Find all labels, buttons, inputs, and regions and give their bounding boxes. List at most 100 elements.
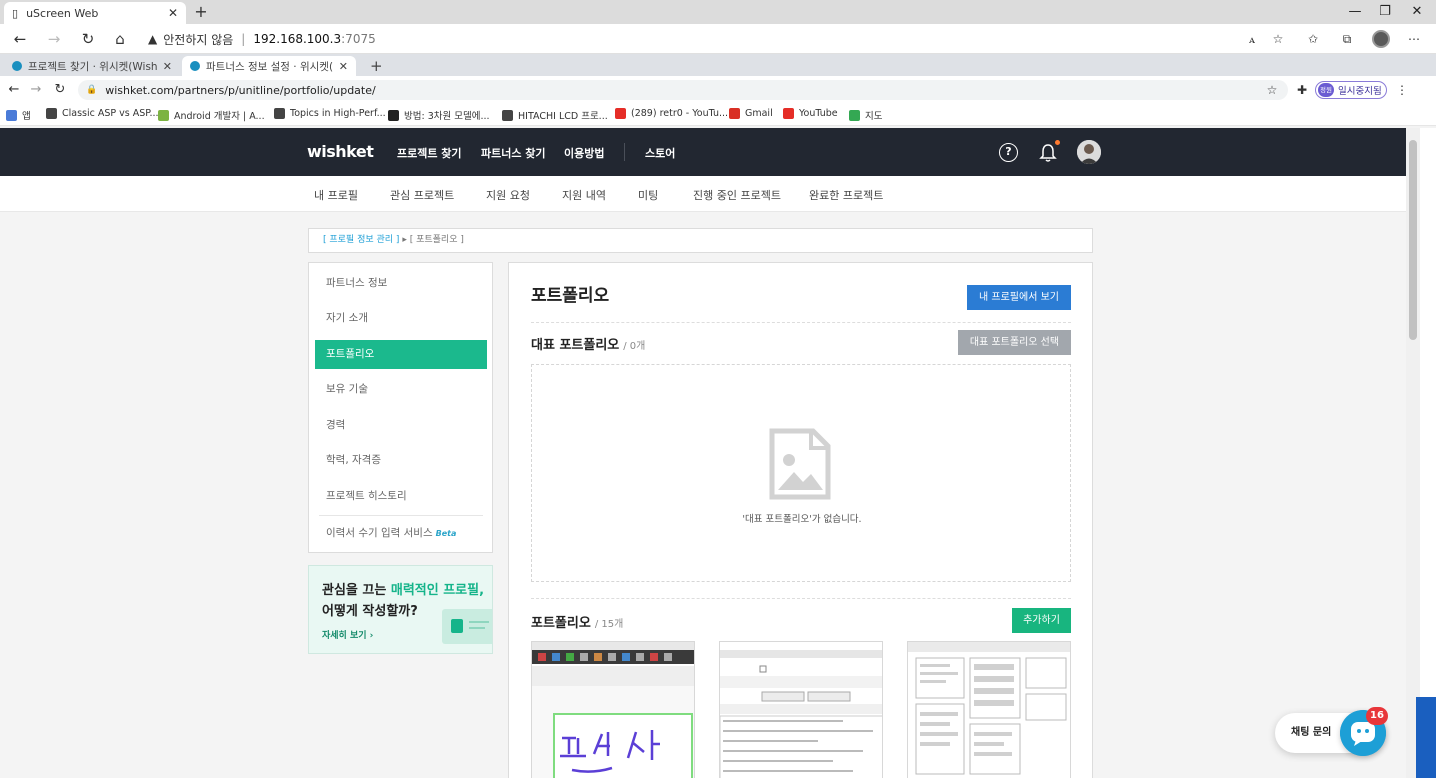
paused-label: 일시중지됨 [1338,86,1382,97]
close-icon[interactable]: ✕ [163,60,172,73]
nav-find-projects[interactable]: 프로젝트 찾기 [397,145,462,161]
bookmark-item[interactable]: 방법: 3차원 모델에... [388,108,490,122]
back-button[interactable]: ← [8,28,32,50]
bookmark-icon [388,109,399,121]
subnav-my-profile[interactable]: 내 프로필 [314,187,358,203]
new-tab-button[interactable]: + [192,2,210,22]
add-portfolio-button[interactable]: 추가하기 [1012,608,1071,633]
nav-find-partners[interactable]: 파트너스 찾기 [481,145,546,161]
outer-url-field[interactable]: ▲ 안전하지 않음 | 192.168.100.3 :7075 [148,29,376,49]
breadcrumb-current: [ 포트폴리오 ] [409,235,464,245]
menu-icon[interactable]: ⋮ [1392,81,1412,99]
featured-portfolio-heading: 대표 포트폴리오/ 0개 [531,334,645,353]
bookmark-icon [274,108,285,119]
inner-tab-partner-settings[interactable]: 파트너스 정보 설정 · 위시켓(Wis ✕ [182,56,356,76]
section-divider [531,598,1071,599]
paused-profile-button[interactable]: 정원 일시중지됨 [1315,81,1387,99]
close-icon[interactable]: ✕ [339,60,348,73]
bookmark-item[interactable]: YouTube [783,108,838,119]
outer-tab-title: uScreen Web [26,6,99,20]
bookmark-label: YouTube [799,108,838,119]
extensions-icon[interactable]: ✚ [1292,81,1312,99]
featured-count: / 0개 [623,341,646,352]
lock-icon: 🔒 [86,85,98,95]
nav-store[interactable]: 스토어 [645,145,675,161]
sidebar-item-skills[interactable]: 보유 기술 [315,375,487,404]
forward-button[interactable]: → [24,79,48,101]
profile-avatar[interactable] [1372,30,1390,48]
portfolio-thumbnail[interactable] [531,641,695,778]
wishket-logo[interactable]: wishket [307,142,374,161]
minimize-button[interactable]: — [1340,0,1370,24]
reload-button[interactable]: ↻ [48,79,72,101]
bookmark-label: Topics in High-Perf... [290,108,386,119]
profile-tip-banner[interactable]: 관심을 끄는 매력적인 프로필, 어떻게 작성할까? 자세히 보기 › [308,565,493,654]
user-avatar[interactable] [1077,140,1101,164]
bookmark-item[interactable]: Classic ASP vs ASP.... [46,108,162,119]
sidebar-item-project-history[interactable]: 프로젝트 히스토리 [315,482,487,511]
sidebar-item-career[interactable]: 경력 [315,411,487,440]
reload-button[interactable]: ↻ [76,28,100,50]
help-icon[interactable]: ? [999,143,1018,162]
bookmark-item[interactable]: Topics in High-Perf... [274,108,386,119]
restore-button[interactable]: ❐ [1370,0,1400,24]
close-icon[interactable]: ✕ [168,6,178,20]
bookmark-label: Gmail [745,108,773,119]
promo-more-link[interactable]: 자세히 보기 › [322,628,373,641]
more-icon[interactable]: ⋯ [1404,30,1424,48]
bookmark-icon [783,108,794,119]
notification-bell-icon[interactable] [1038,143,1058,163]
promo-highlight: 매력적인 프로필, [390,583,485,598]
scrollbar-thumb[interactable] [1409,140,1417,340]
read-aloud-icon[interactable]: ꭺ [1242,30,1262,48]
subnav-apply-history[interactable]: 지원 내역 [562,187,606,203]
window-close-button[interactable]: ✕ [1402,0,1432,24]
bookmark-label: 방법: 3차원 모델에... [404,111,490,122]
url-host: 192.168.100.3 [253,32,342,46]
sidebar-item-portfolio[interactable]: 포트폴리오 [315,340,487,369]
outer-tab[interactable]: ▯ uScreen Web ✕ [4,2,186,24]
bookmark-item[interactable]: (289) retr0 - YouTu... [615,108,728,119]
bookmark-icon [46,108,57,119]
inner-tab-title: 프로젝트 찾기 · 위시켓(Wishket) [28,60,157,73]
sidebar-item-education[interactable]: 학력, 자격증 [315,446,487,475]
sidebar-item-self-intro[interactable]: 자기 소개 [315,304,487,333]
page-icon: ▯ [12,6,19,20]
bookmark-item[interactable]: HITACHI LCD 프로... [502,108,608,122]
subnav-apply-requests[interactable]: 지원 요청 [486,187,530,203]
subnav-ongoing-projects[interactable]: 진행 중인 프로젝트 [693,187,781,203]
bookmark-label: (289) retr0 - YouTu... [631,108,729,119]
section-divider [531,322,1071,323]
bookmark-label: 앱 [22,111,31,122]
bookmark-label: Classic ASP vs ASP.... [62,108,162,119]
portfolio-thumbnail[interactable] [719,641,883,778]
subnav-completed-projects[interactable]: 완료한 프로젝트 [809,187,883,203]
breadcrumb-profile-link[interactable]: [ 프로필 정보 관리 ] [323,235,399,245]
favorites-icon[interactable]: ✩ [1303,30,1323,48]
portfolio-thumbnail[interactable] [907,641,1071,778]
star-icon[interactable]: ☆ [1262,81,1282,99]
sidebar-item-partner-info[interactable]: 파트너스 정보 [315,269,487,298]
subnav-meetings[interactable]: 미팅 [638,187,658,203]
bookmark-item[interactable]: 지도 [849,108,882,122]
nav-how-to-use[interactable]: 이용방법 [564,145,604,161]
add-favorite-icon[interactable]: ☆ [1268,30,1288,48]
view-in-profile-button[interactable]: 내 프로필에서 보기 [967,285,1071,310]
new-tab-button[interactable]: + [362,56,391,76]
subnav-interest-projects[interactable]: 관심 프로젝트 [390,187,454,203]
featured-empty-state: '대표 포트폴리오'가 없습니다. [531,364,1071,582]
inner-tab-title: 파트너스 정보 설정 · 위시켓(Wis [206,60,333,73]
inner-url-field[interactable]: 🔒 wishket.com/partners/p/unitline/portfo… [78,80,1288,100]
select-featured-button[interactable]: 대표 포트폴리오 선택 [958,330,1071,355]
back-button[interactable]: ← [2,79,26,101]
forward-button[interactable]: → [42,28,66,50]
bookmark-item[interactable]: Android 개발자 | A... [158,108,265,122]
bookmark-item[interactable]: 앱 [6,108,31,122]
inner-tab-projects[interactable]: 프로젝트 찾기 · 위시켓(Wishket) ✕ [4,56,180,76]
sidebar-divider [319,515,483,516]
page-scrollbar[interactable] [1406,128,1420,778]
collections-icon[interactable]: ⧉ [1337,30,1357,48]
bookmark-item[interactable]: Gmail [729,108,773,119]
sidebar-item-resume-service[interactable]: 이력서 수기 입력 서비스 Beta [315,519,487,548]
home-button[interactable]: ⌂ [108,28,132,50]
